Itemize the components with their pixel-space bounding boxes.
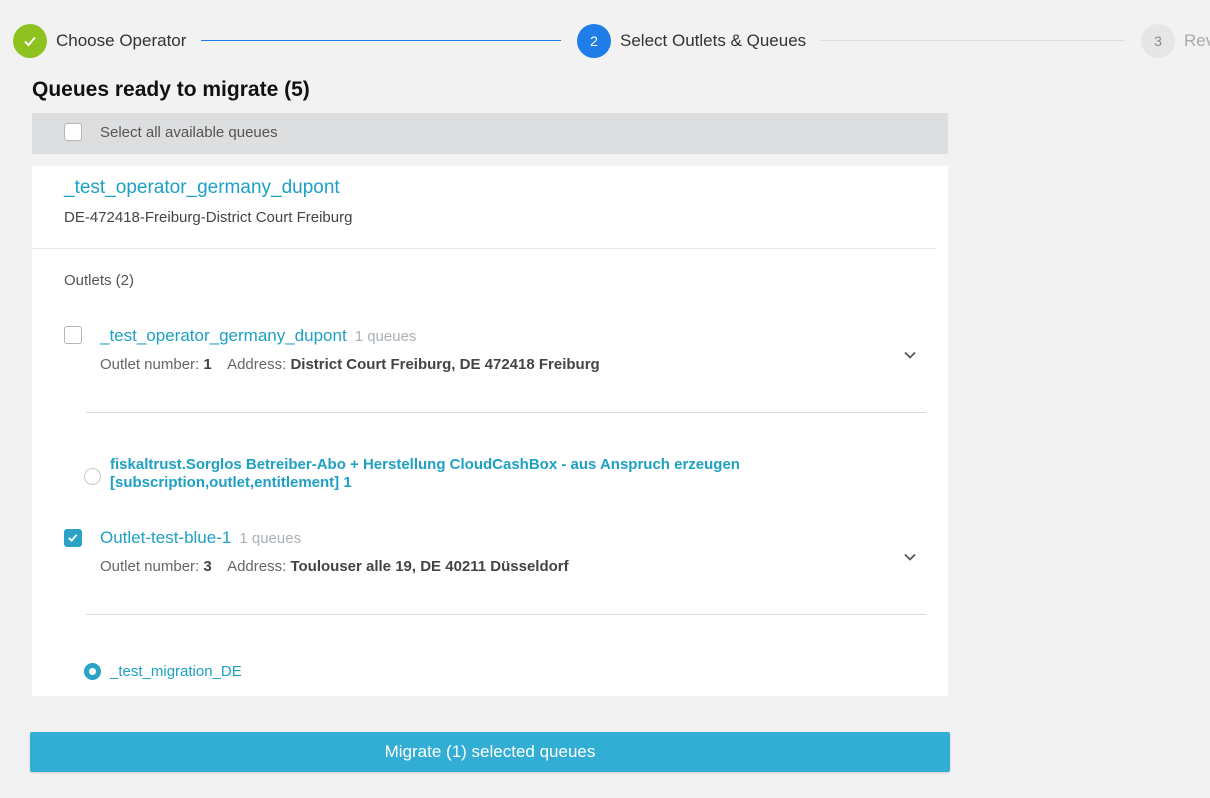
outlet-2-divider (86, 614, 926, 615)
outlet-1-number-label: Outlet number: (100, 356, 200, 373)
outlet-2-address-label: Address: (227, 558, 287, 575)
page-title: Queues ready to migrate (5) (32, 78, 310, 101)
operator-subtitle: DE-472418-Freiburg-District Court Freibu… (64, 209, 353, 226)
step-connector-2 (820, 40, 1125, 41)
operator-name: _test_operator_germany_dupont (64, 177, 340, 198)
outlet-2-address: Toulouser alle 19, DE 40211 Düsseldorf (290, 558, 569, 575)
outlet-2-queue-count: 1 queues (239, 530, 302, 547)
operator-card: _test_operator_germany_dupont DE-472418-… (32, 166, 948, 696)
outlet-1-address-label: Address: (227, 356, 287, 373)
outlet-1-queue-label[interactable]: fiskaltrust.Sorglos Betreiber-Abo + Hers… (110, 456, 810, 492)
step-3-label: Rev (1184, 31, 1210, 50)
divider (32, 248, 936, 249)
outlet-1-header[interactable]: _test_operator_germany_dupont 1 queues (100, 326, 416, 347)
step-3-number: 3 (1141, 24, 1175, 58)
outlet-1-checkbox[interactable] (64, 326, 82, 344)
outlet-2-queue-label[interactable]: _test_migration_DE (110, 663, 810, 681)
outlet-2-name[interactable]: Outlet-test-blue-1 (100, 528, 231, 547)
step-connector-1 (201, 40, 561, 41)
step-2-label: Select Outlets & Queues (620, 31, 807, 50)
outlet-1-address: District Court Freiburg, DE 472418 Freib… (290, 356, 600, 373)
outlet-1-queue-count: 1 queues (354, 328, 417, 345)
outlet-1-divider (86, 412, 926, 413)
checkmark-icon (68, 534, 78, 543)
chevron-down-icon[interactable] (902, 549, 918, 565)
step-1-complete-icon (13, 24, 47, 58)
outlet-2-header[interactable]: Outlet-test-blue-1 1 queues (100, 528, 301, 549)
outlet-1-number: 1 (203, 356, 212, 373)
outlet-2-number: 3 (203, 558, 212, 575)
outlet-2-number-label: Outlet number: (100, 558, 200, 575)
outlet-1-queue-radio[interactable] (84, 468, 101, 485)
outlet-2-meta: Outlet number: 3 Address: Toulouser alle… (100, 558, 569, 576)
step-1-label: Choose Operator (56, 31, 187, 50)
select-all-bar: Select all available queues (32, 113, 948, 154)
select-all-checkbox[interactable] (64, 123, 82, 141)
outlet-1-name[interactable]: _test_operator_germany_dupont (100, 326, 347, 345)
progress-stepper: Choose Operator 2 Select Outlets & Queue… (0, 0, 1210, 80)
outlets-heading: Outlets (2) (64, 272, 135, 289)
outlet-2-checkbox[interactable] (64, 529, 82, 547)
chevron-down-icon[interactable] (902, 347, 918, 363)
outlet-2-queue-radio[interactable] (84, 663, 101, 680)
migrate-button[interactable]: Migrate (1) selected queues (30, 732, 950, 772)
step-2-number: 2 (577, 24, 611, 58)
outlet-1-meta: Outlet number: 1 Address: District Court… (100, 356, 600, 374)
select-all-label: Select all available queues (100, 124, 278, 141)
